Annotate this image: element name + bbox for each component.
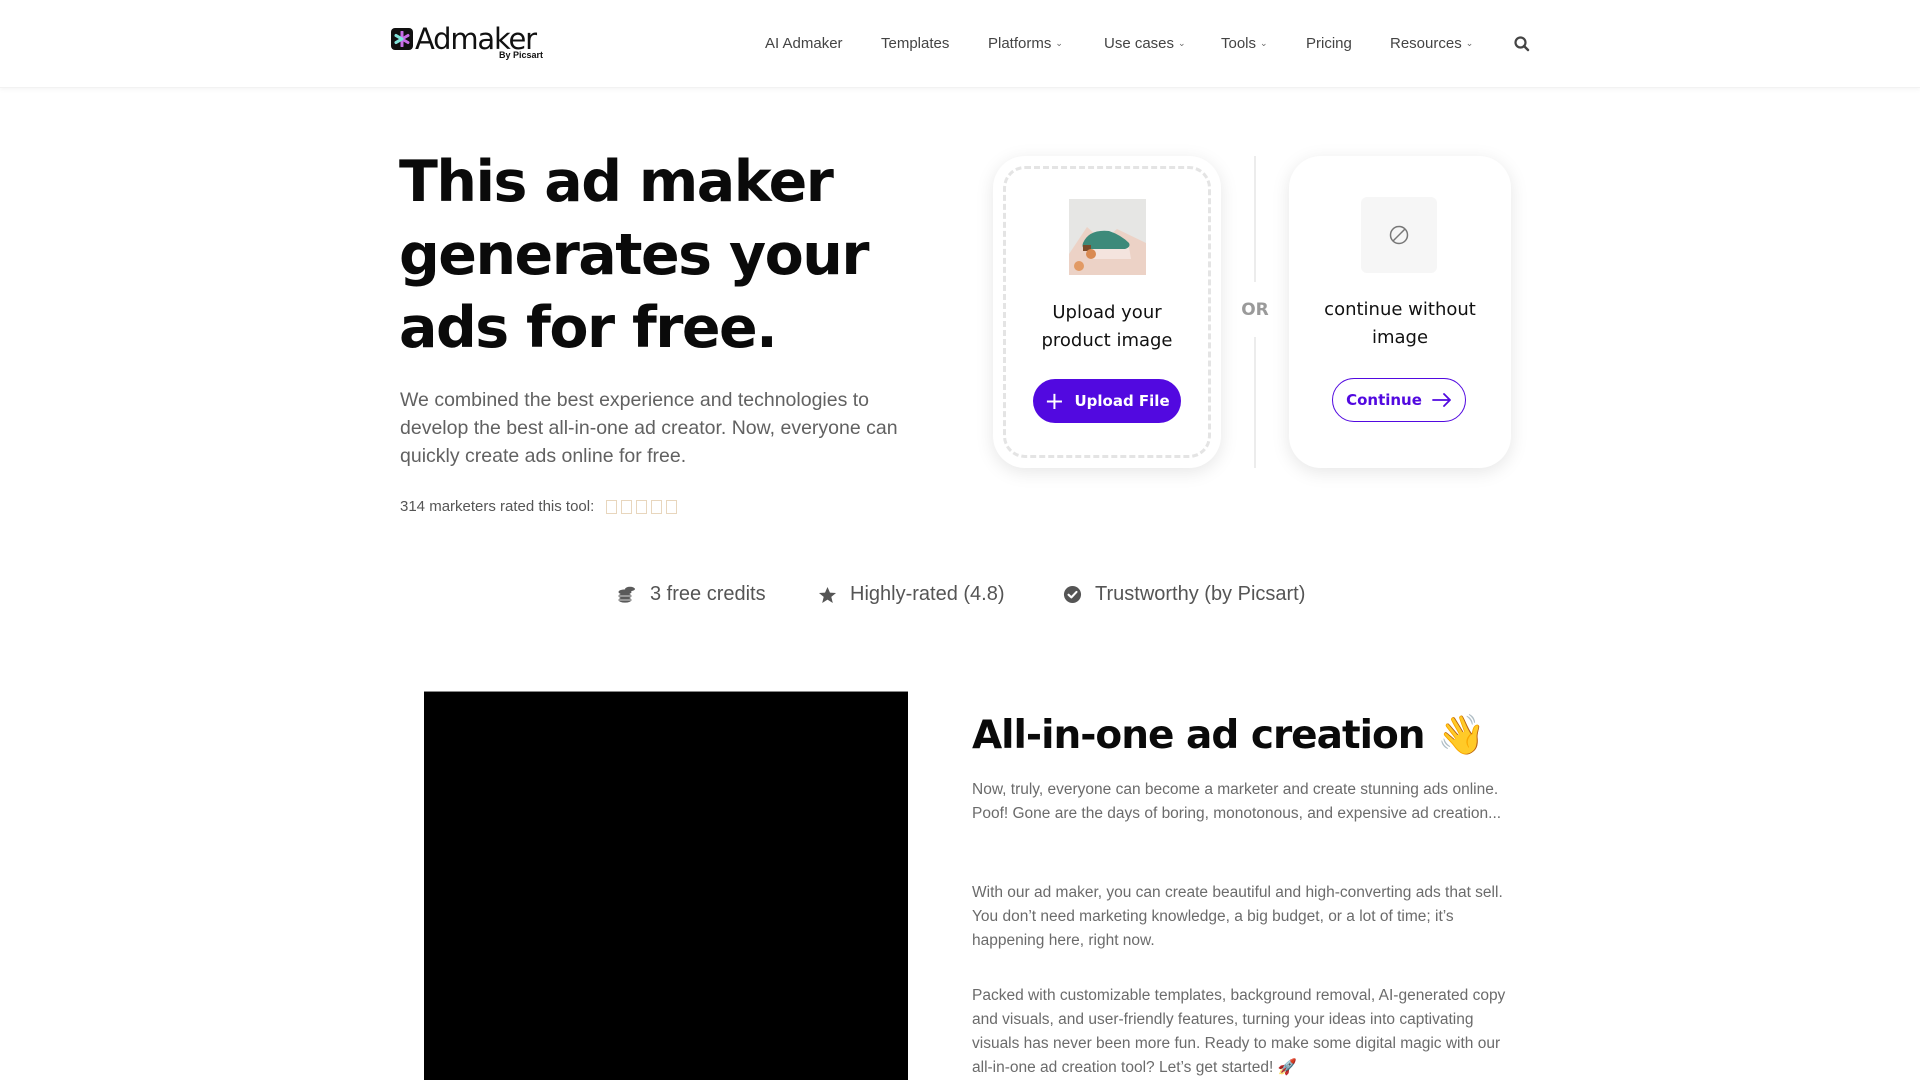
upload-file-label: Upload File [1074, 392, 1170, 410]
hero-title-line: ads for free. [399, 295, 778, 361]
upload-file-button[interactable]: + Upload File [1033, 379, 1181, 423]
nav-ai-admaker[interactable]: AI Admaker [765, 33, 843, 55]
product-sample-image [1069, 199, 1146, 275]
logo-byline: By Picsart [499, 50, 544, 60]
check-circle-icon [1063, 585, 1082, 604]
upload-card-title: Upload your product image [993, 299, 1221, 355]
nav-label: Resources [1390, 35, 1462, 52]
nav-label: Tools [1221, 35, 1257, 52]
section-title: All-in-one ad creation 👋 [972, 713, 1486, 758]
hero-title-line: This ad maker [399, 149, 834, 215]
rating-text: 314 marketers rated this tool: [400, 498, 595, 515]
admaker-logo[interactable]: Admaker By Picsart [391, 22, 543, 64]
divider-line [1254, 156, 1256, 282]
plus-icon: + [1044, 387, 1065, 415]
badge-label: Trustworthy (by Picsart) [1095, 583, 1306, 605]
nav-label: Use cases [1104, 35, 1175, 52]
upload-card-title-text: Upload your product image [1041, 302, 1173, 351]
continue-label: Continue [1346, 391, 1422, 409]
badge-label: Highly-rated (4.8) [850, 583, 1005, 605]
coins-icon [618, 586, 635, 603]
nav-label: Templates [881, 35, 950, 52]
chevron-down-icon: ⌄ [1260, 38, 1268, 48]
no-image-icon [1389, 225, 1409, 245]
site-header: Admaker By Picsart AI Admaker Templates … [0, 0, 1920, 88]
badge-label: 3 free credits [650, 583, 766, 605]
divider-line [1254, 337, 1256, 468]
section-paragraph: Packed with customizable templates, back… [972, 987, 1506, 1076]
hero-description: We combined the best experience and tech… [400, 389, 898, 467]
nav-platforms[interactable]: Platforms ⌄ [988, 33, 1063, 55]
star-icon[interactable] [666, 499, 678, 514]
chevron-down-icon: ⌄ [1055, 38, 1063, 48]
chevron-down-icon: ⌄ [1465, 38, 1474, 48]
continue-card-title: continue without image [1289, 296, 1511, 352]
badge-credits: 3 free credits [617, 583, 766, 606]
badge-trust: Trustworthy (by Picsart) [1063, 583, 1305, 606]
search-icon[interactable] [1513, 35, 1531, 53]
nav-use-cases[interactable]: Use cases ⌄ [1104, 33, 1186, 55]
nav-label: AI Admaker [765, 35, 843, 52]
nav-label: Pricing [1306, 35, 1352, 52]
rating-stars[interactable] [606, 499, 678, 514]
logo-wordmark: Admaker [415, 22, 537, 56]
logo-mark-icon [391, 28, 413, 50]
hero-title-line: generates your [399, 222, 869, 288]
star-icon [818, 586, 837, 603]
nav-templates[interactable]: Templates [881, 33, 949, 55]
no-image-placeholder [1361, 197, 1437, 273]
rating-row: 314 marketers rated this tool: [400, 498, 678, 515]
star-icon[interactable] [621, 499, 633, 514]
section-paragraph: With our ad maker, you can create beauti… [972, 884, 1503, 949]
nav-tools[interactable]: Tools ⌄ [1221, 33, 1268, 55]
continue-button[interactable]: Continue [1332, 378, 1466, 422]
star-icon[interactable] [606, 499, 618, 514]
hero-title: This ad maker generates your ads for fre… [399, 146, 959, 365]
feature-badges: 3 free credits Highly-rated (4.8) Trustw… [0, 583, 1920, 609]
badge-rating: Highly-rated (4.8) [818, 583, 1005, 606]
upload-card[interactable]: Upload your product image + Upload File [993, 156, 1221, 468]
nav-resources[interactable]: Resources ⌄ [1390, 33, 1473, 55]
star-icon[interactable] [636, 499, 648, 514]
demo-video[interactable] [424, 691, 908, 1080]
arrow-right-icon [1432, 393, 1451, 407]
section-paragraph: Now, truly, everyone can become a market… [972, 781, 1502, 822]
star-icon[interactable] [651, 499, 663, 514]
nav-pricing[interactable]: Pricing [1306, 33, 1352, 55]
or-separator: OR [1241, 300, 1269, 320]
nav-label: Platforms [988, 35, 1052, 52]
chevron-down-icon: ⌄ [1178, 38, 1186, 48]
continue-card-title-text: continue without image [1324, 299, 1476, 348]
continue-without-image-card[interactable]: continue without image Continue [1289, 156, 1511, 468]
